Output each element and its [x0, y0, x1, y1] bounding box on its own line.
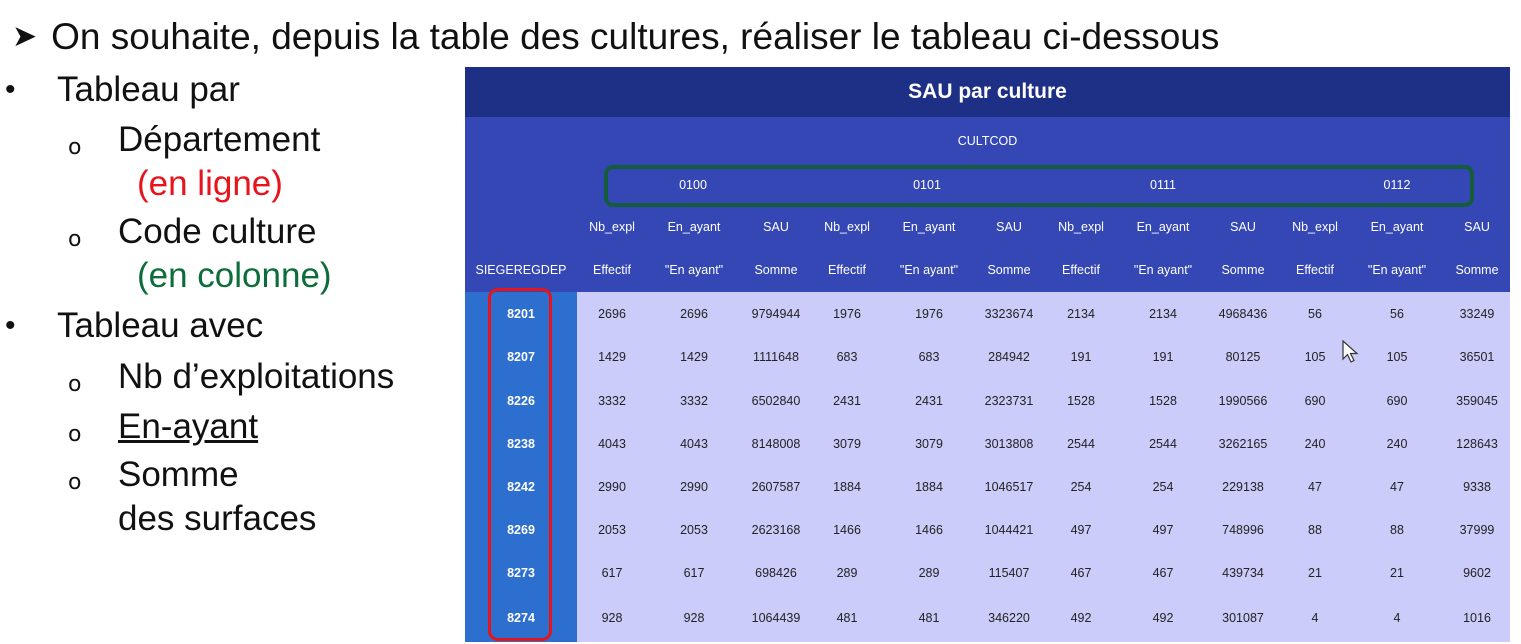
item-nb-exploitations-label: Nb d’exploitations — [118, 357, 395, 396]
bullet-tableau-avec: Tableau avec — [5, 304, 263, 348]
item-nb-exploitations: o Nb d’exploitations — [68, 355, 395, 399]
circle-bullet-icon: o — [68, 135, 82, 160]
row-variable-label: SIEGEREGDEP — [475, 263, 567, 277]
item-departement: o Département — [68, 118, 321, 162]
table-cell: 9602 — [1463, 566, 1491, 580]
statistic-header: Somme — [1455, 263, 1499, 277]
measure-header: SAU — [1464, 220, 1490, 234]
departements-highlight — [488, 288, 552, 641]
table-title: SAU par culture — [465, 67, 1510, 117]
item-code-culture: o Code culture — [68, 210, 317, 254]
note-en-ligne: (en ligne) — [137, 164, 283, 203]
circle-bullet-icon: o — [68, 227, 82, 252]
table-cell: 33249 — [1459, 307, 1495, 321]
culture-codes-highlight — [604, 165, 1474, 207]
item-code-culture-label: Code culture — [118, 212, 317, 251]
slide-heading: ➤ On souhaite, depuis la table des cultu… — [12, 12, 1219, 62]
item-somme-label: Somme — [118, 455, 239, 494]
table-cell: 36501 — [1459, 350, 1495, 364]
circle-bullet-icon: o — [68, 372, 82, 397]
bullet-tableau-par: Tableau par — [5, 68, 240, 112]
arrow-bullet-icon: ➤ — [12, 20, 38, 53]
item-des-surfaces: des surfaces — [118, 499, 317, 538]
heading-text: On souhaite, depuis la table des culture… — [51, 16, 1220, 57]
table-cell: 9338 — [1463, 480, 1491, 494]
item-en-ayant: o En-ayant — [68, 405, 259, 449]
table-cell: 128643 — [1456, 437, 1498, 451]
mouse-pointer-icon — [1342, 340, 1359, 363]
circle-bullet-icon: o — [68, 422, 82, 447]
item-departement-label: Département — [118, 120, 321, 159]
item-en-ayant-label: En-ayant — [118, 407, 259, 446]
column-variable-label: CULTCOD — [957, 134, 1018, 148]
note-en-colonne: (en colonne) — [137, 256, 332, 295]
table-cell: 37999 — [1459, 523, 1495, 537]
circle-bullet-icon: o — [68, 470, 82, 495]
item-somme: o Somme — [68, 453, 239, 497]
table-cell: 359045 — [1456, 394, 1498, 408]
table-cell: 1016 — [1463, 611, 1491, 625]
